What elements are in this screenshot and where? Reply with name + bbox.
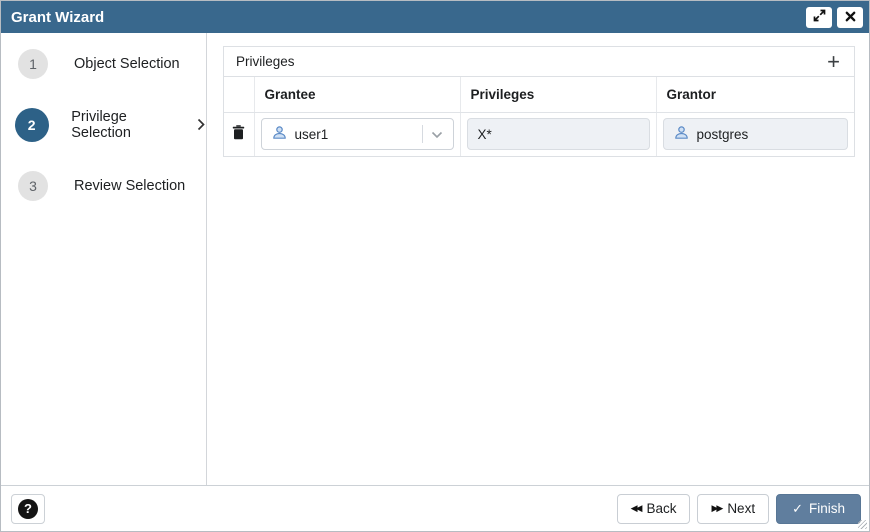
maximize-button[interactable] [806, 7, 832, 28]
privileges-field[interactable]: X* [467, 118, 650, 150]
column-header-privileges: Privileges [460, 77, 656, 112]
privileges-panel: Privileges + Grantee Privileges [223, 46, 855, 157]
dialog-footer: ? ◀◀ Back ▶▶ Next ✓ Finish [1, 485, 869, 531]
privileges-value: X* [478, 127, 492, 142]
close-button[interactable] [837, 7, 863, 28]
window-title: Grant Wizard [11, 9, 104, 26]
column-header-grantor: Grantor [656, 77, 854, 112]
add-privilege-button[interactable]: + [825, 52, 842, 72]
grantor-value: postgres [697, 127, 749, 142]
grant-wizard-dialog: Grant Wizard [0, 0, 870, 532]
plus-icon: + [827, 49, 840, 74]
trash-icon [232, 128, 245, 143]
step-number-badge: 2 [15, 108, 49, 142]
titlebar: Grant Wizard [1, 1, 869, 33]
back-button-label: Back [646, 501, 676, 516]
next-button-label: Next [727, 501, 755, 516]
grantee-value: user1 [295, 127, 329, 142]
user-icon [674, 125, 689, 143]
maximize-icon [813, 9, 826, 25]
back-button[interactable]: ◀◀ Back [617, 494, 691, 524]
delete-row-button[interactable] [228, 123, 249, 145]
titlebar-buttons [806, 7, 863, 28]
close-icon [845, 10, 856, 25]
back-icon: ◀◀ [631, 504, 641, 513]
step-privilege-selection[interactable]: 2 Privilege Selection [14, 109, 206, 140]
next-icon: ▶▶ [711, 504, 721, 513]
panel-title: Privileges [236, 54, 295, 69]
step-number-badge: 3 [18, 171, 48, 201]
next-button[interactable]: ▶▶ Next [697, 494, 769, 524]
table-header-row: Grantee Privileges Grantor [224, 77, 854, 112]
finish-button[interactable]: ✓ Finish [776, 494, 861, 524]
step-label: Object Selection [74, 56, 180, 72]
step-review-selection[interactable]: 3 Review Selection [14, 170, 206, 201]
column-header-grantee: Grantee [254, 77, 460, 112]
chevron-right-icon [197, 118, 206, 131]
help-icon: ? [18, 499, 38, 519]
dialog-body: 1 Object Selection 2 Privilege Selection… [1, 33, 869, 485]
step-label: Review Selection [74, 178, 185, 194]
privileges-panel-header: Privileges + [224, 47, 854, 77]
step-label: Privilege Selection [71, 109, 182, 141]
finish-button-label: Finish [809, 501, 845, 516]
grantor-field: postgres [663, 118, 849, 150]
wizard-steps: 1 Object Selection 2 Privilege Selection… [1, 33, 207, 485]
chevron-down-icon [431, 127, 443, 142]
step-number-badge: 1 [18, 49, 48, 79]
grantee-select[interactable]: user1 [261, 118, 454, 150]
privileges-table: Grantee Privileges Grantor [224, 77, 854, 156]
help-button[interactable]: ? [11, 494, 45, 524]
column-header-delete [224, 77, 254, 112]
step-object-selection[interactable]: 1 Object Selection [14, 48, 206, 79]
user-icon [272, 125, 287, 143]
check-icon: ✓ [792, 502, 803, 515]
table-row: user1 [224, 112, 854, 156]
main-area: Privileges + Grantee Privileges [207, 33, 869, 485]
resize-grip[interactable] [858, 520, 867, 529]
select-separator [422, 125, 423, 143]
